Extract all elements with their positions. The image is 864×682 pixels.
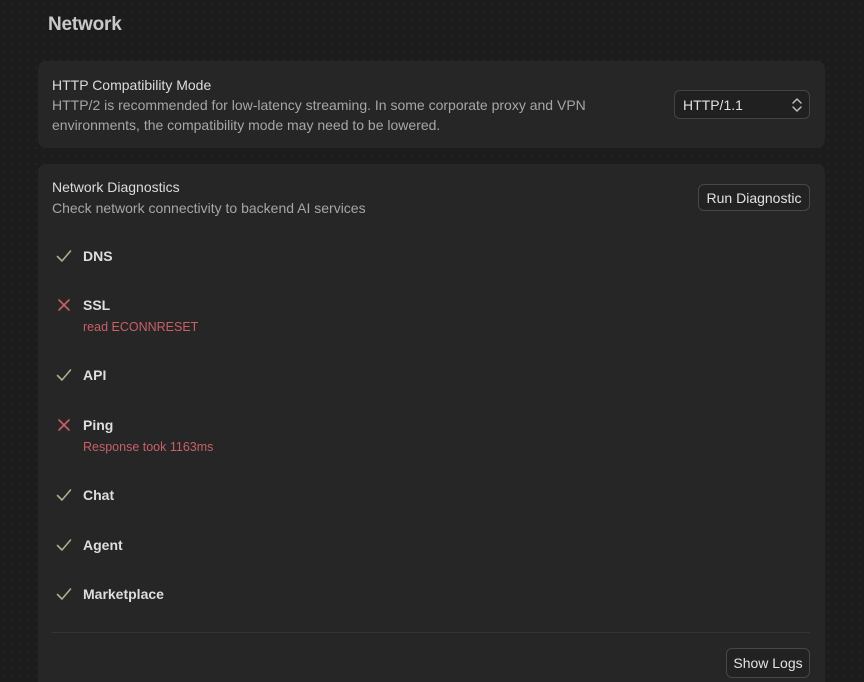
check-name: Marketplace <box>83 586 164 602</box>
diagnostic-check-ping: Ping Response took 1163ms <box>52 417 752 457</box>
diagnostic-check-ssl: SSL read ECONNRESET <box>52 297 752 337</box>
http-mode-description-line1: HTTP/2 is recommended for low-latency st… <box>52 97 586 113</box>
network-diagnostics-card: Network Diagnostics Check network connec… <box>38 164 825 682</box>
diagnostic-check-dns: DNS <box>52 248 752 288</box>
http-mode-selected-value: HTTP/1.1 <box>683 96 743 113</box>
check-icon <box>56 539 72 551</box>
diagnostics-description: Check network connectivity to backend AI… <box>52 200 366 216</box>
section-title: Network <box>48 14 122 35</box>
check-name: Chat <box>83 487 115 503</box>
diagnostic-check-chat: Chat <box>52 487 752 527</box>
x-icon <box>58 299 70 311</box>
divider <box>52 632 810 633</box>
diagnostics-title: Network Diagnostics <box>52 179 180 195</box>
chevron-up-down-icon <box>792 98 802 112</box>
diagnostic-check-marketplace: Marketplace <box>52 586 752 626</box>
check-icon <box>56 588 72 600</box>
check-error-message: Response took 1163ms <box>83 440 214 454</box>
http-compatibility-card: HTTP Compatibility Mode HTTP/2 is recomm… <box>38 61 825 148</box>
check-error-message: read ECONNRESET <box>83 320 199 334</box>
check-name: SSL <box>83 297 111 313</box>
check-name: API <box>83 367 107 383</box>
check-icon <box>56 250 72 262</box>
http-mode-title: HTTP Compatibility Mode <box>52 77 212 93</box>
http-mode-select[interactable]: HTTP/1.1 <box>674 90 810 119</box>
check-name: Agent <box>83 537 123 553</box>
show-logs-button[interactable]: Show Logs <box>726 648 810 678</box>
check-name: DNS <box>83 248 113 264</box>
run-diagnostic-button[interactable]: Run Diagnostic <box>698 184 810 211</box>
check-name: Ping <box>83 417 114 433</box>
diagnostic-check-agent: Agent <box>52 537 752 577</box>
diagnostic-check-api: API <box>52 367 752 407</box>
check-icon <box>56 369 72 381</box>
x-icon <box>58 419 70 431</box>
http-mode-description-line2: environments, the compatibility mode may… <box>52 117 441 133</box>
check-icon <box>56 489 72 501</box>
